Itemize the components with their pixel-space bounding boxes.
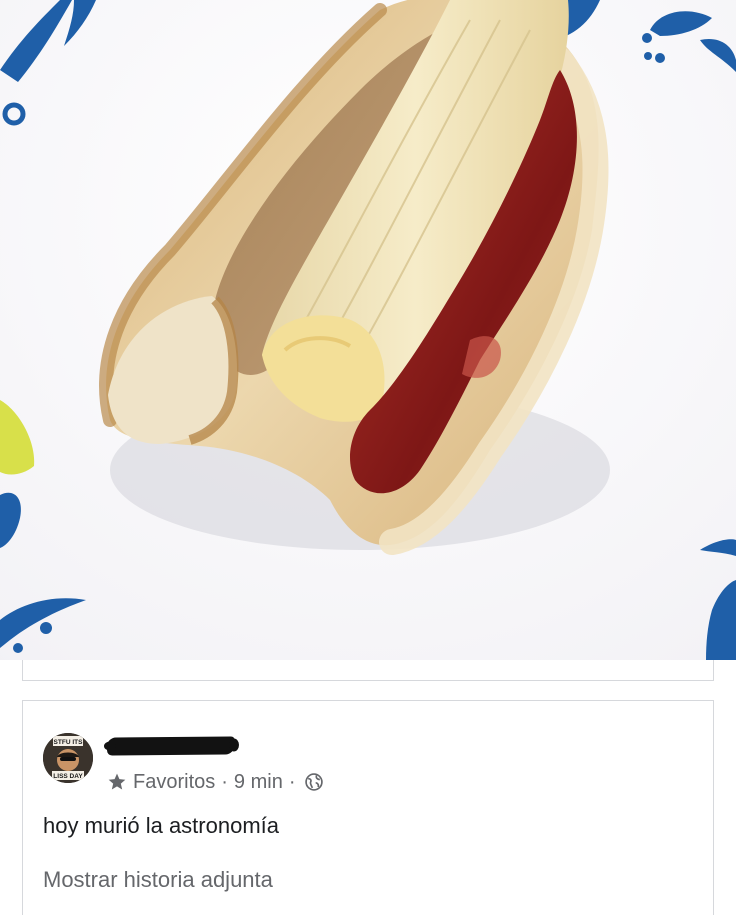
avatar[interactable]: STFU ITS LISS DAY	[43, 733, 93, 783]
post-time[interactable]: 9 min	[234, 771, 283, 794]
meta-separator: ·	[288, 770, 296, 793]
show-attached-story-link[interactable]: Mostrar historia adjunta	[43, 867, 273, 893]
avatar-image: STFU ITS LISS DAY	[43, 733, 93, 783]
favorites-label[interactable]: Favoritos	[133, 771, 215, 794]
post-meta: Favoritos · 9 min ·	[107, 769, 324, 795]
meta-separator: ·	[221, 770, 228, 793]
avatar-text-bottom: LISS DAY	[53, 773, 83, 780]
star-icon	[108, 773, 126, 790]
post-photo[interactable]	[0, 0, 736, 660]
sandwich-photo	[0, 0, 736, 660]
post-card: STFU ITS LISS DAY Favoritos · 9 min · ho…	[22, 700, 714, 915]
previous-post-card	[22, 660, 714, 681]
redacted-author-name[interactable]	[106, 736, 236, 756]
post-text: hoy murió la astronomía	[43, 813, 279, 838]
globe-icon[interactable]	[304, 772, 324, 792]
avatar-text-top: STFU ITS	[54, 739, 84, 746]
